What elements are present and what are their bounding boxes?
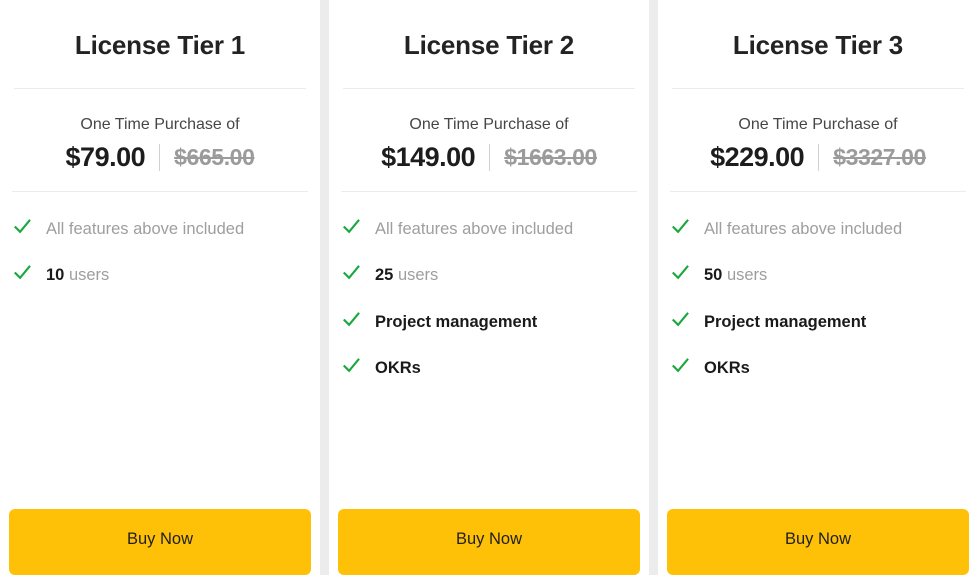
buy-button-wrap: Buy Now <box>0 509 320 575</box>
feature-label: users <box>393 266 439 285</box>
feature-label: Project management <box>704 312 867 331</box>
check-icon <box>343 217 360 237</box>
price-block: One Time Purchase of $229.00 $3327.00 <box>658 89 978 173</box>
price-row: $229.00 $3327.00 <box>668 142 968 173</box>
buy-now-button[interactable]: Buy Now <box>338 509 640 575</box>
price-current: $229.00 <box>710 141 805 172</box>
pricing-table: License Tier 1 One Time Purchase of $79.00… <box>0 0 978 575</box>
tier-card: License Tier 3 One Time Purchase of $229.0… <box>658 0 978 575</box>
feature-lead: 10 <box>46 266 65 285</box>
price-row: $149.00 $1663.00 <box>339 142 639 173</box>
buy-button-wrap: Buy Now <box>658 509 978 575</box>
check-icon <box>14 217 31 237</box>
feature-label: users <box>722 266 768 285</box>
check-icon <box>672 263 689 283</box>
feature-list: All features above included 50 users Proje… <box>658 192 978 509</box>
feature-lead: 50 <box>704 266 723 285</box>
check-icon <box>343 263 360 283</box>
price-original: $3327.00 <box>833 143 926 170</box>
price-current: $149.00 <box>381 141 476 172</box>
feature-item: OKRs <box>343 356 635 380</box>
feature-item: All features above included <box>343 217 635 241</box>
buy-now-button[interactable]: Buy Now <box>9 509 311 575</box>
feature-item: OKRs <box>672 356 964 380</box>
price-separator <box>159 143 161 171</box>
feature-item: 10 users <box>14 263 306 287</box>
price-block: One Time Purchase of $149.00 $1663.00 <box>329 89 649 173</box>
feature-item: All features above included <box>672 217 964 241</box>
tier-title: License Tier 1 <box>74 30 246 60</box>
check-icon <box>14 263 31 283</box>
price-block: One Time Purchase of $79.00 $665.00 <box>0 89 320 173</box>
feature-item: 25 users <box>343 263 635 287</box>
feature-item: All features above included <box>14 217 306 241</box>
feature-label: All features above included <box>46 219 245 238</box>
price-separator <box>818 143 820 171</box>
check-icon <box>672 217 689 237</box>
price-caption: One Time Purchase of <box>738 116 898 134</box>
tier-card: License Tier 2 One Time Purchase of $149.0… <box>329 0 649 575</box>
tier-title: License Tier 3 <box>732 30 904 60</box>
feature-lead: 25 <box>375 266 394 285</box>
price-caption: One Time Purchase of <box>409 116 569 134</box>
price-original: $1663.00 <box>504 143 597 170</box>
buy-now-button[interactable]: Buy Now <box>667 509 969 575</box>
feature-label: All features above included <box>704 219 903 238</box>
tier-card: License Tier 1 One Time Purchase of $79.00… <box>0 0 320 575</box>
check-icon <box>343 356 360 376</box>
feature-label: Project management <box>375 312 538 331</box>
feature-item: 50 users <box>672 263 964 287</box>
feature-label: OKRs <box>704 359 750 378</box>
feature-list: All features above included 25 users Proje… <box>329 192 649 509</box>
feature-label: All features above included <box>375 219 574 238</box>
price-current: $79.00 <box>65 141 146 172</box>
buy-button-wrap: Buy Now <box>329 509 649 575</box>
price-separator <box>489 143 491 171</box>
price-caption: One Time Purchase of <box>80 116 240 134</box>
tier-title: License Tier 2 <box>403 30 575 60</box>
feature-label: users <box>64 266 110 285</box>
feature-label: OKRs <box>375 359 421 378</box>
price-row: $79.00 $665.00 <box>10 142 310 173</box>
feature-list: All features above included 10 users <box>0 192 320 509</box>
feature-item: Project management <box>672 310 964 334</box>
check-icon <box>672 310 689 330</box>
price-original: $665.00 <box>174 143 255 170</box>
check-icon <box>672 356 689 376</box>
feature-item: Project management <box>343 310 635 334</box>
check-icon <box>343 310 360 330</box>
